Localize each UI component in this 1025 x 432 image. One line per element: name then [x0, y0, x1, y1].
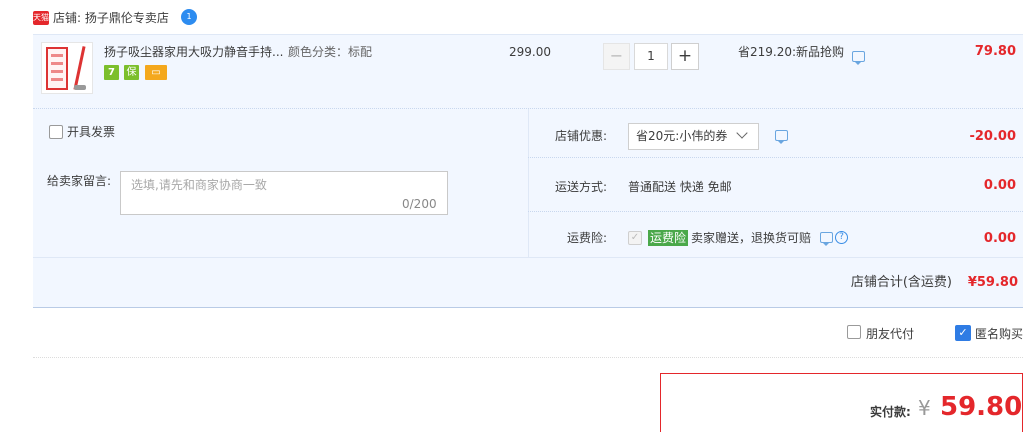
shipping-amount: 0.00: [983, 178, 1016, 193]
freight-insurance-description: 卖家赠送，退换货可赔: [691, 231, 812, 245]
product-package-icon: [46, 47, 68, 90]
product-thumbnail[interactable]: [41, 42, 93, 94]
unit-price: 299.00: [509, 45, 551, 59]
vacuum-stick-icon: [73, 46, 86, 90]
wangwang-chat-icon[interactable]: 1: [181, 9, 197, 25]
product-spec: 颜色分类：标配: [288, 45, 373, 59]
shop-coupon-value: 省20元:小伟的券: [636, 129, 728, 143]
freight-insurance-checkbox: ✓: [628, 231, 642, 245]
shop-total-label: 店铺合计(含运费): [850, 275, 952, 290]
promo-info-icon[interactable]: [852, 51, 865, 65]
insurance-chat-icon[interactable]: [820, 232, 833, 246]
invoice-label[interactable]: 开具发票: [67, 124, 115, 140]
message-char-counter: 0/200: [402, 197, 437, 211]
anonymous-purchase-checkbox[interactable]: ✓: [955, 325, 971, 341]
tmall-logo-icon: 天猫: [33, 11, 49, 25]
friend-pay-label[interactable]: 朋友代付: [866, 326, 914, 342]
shop-discount-amount: -20.00: [969, 129, 1016, 144]
friend-pay-checkbox[interactable]: [847, 325, 861, 339]
freight-insurance-amount: 0.00: [983, 231, 1016, 246]
quantity-increase-button[interactable]: +: [671, 43, 699, 70]
seven-day-return-icon: 7: [104, 65, 119, 80]
seller-message-placeholder: 选填,请先和商家协商一致: [131, 178, 267, 192]
item-subtotal: 79.80: [974, 44, 1016, 59]
quantity-input[interactable]: 1: [634, 43, 668, 70]
credit-card-icon: ▭: [145, 65, 167, 80]
question-help-icon[interactable]: ?: [835, 231, 848, 244]
guarantee-icon: 保: [124, 65, 139, 80]
invoice-checkbox[interactable]: [49, 125, 63, 139]
freight-insurance-label: 运费险:: [566, 231, 607, 245]
shipping-method-value: 普通配送 快递 免邮: [628, 180, 732, 194]
shop-total-amount: ¥59.80: [967, 275, 1018, 290]
actual-payment-amount: 59.80: [940, 392, 1023, 422]
product-title-link[interactable]: 扬子吸尘器家用大吸力静音手持...: [104, 44, 283, 60]
freight-insurance-tag: 运费险: [648, 230, 689, 246]
quantity-decrease-button[interactable]: −: [603, 43, 630, 70]
shop-name-link[interactable]: 店铺: 扬子鼎伦专卖店: [53, 9, 169, 27]
actual-payment-label: 实付款:: [870, 405, 911, 419]
currency-symbol: ¥: [918, 396, 931, 420]
coupon-info-icon[interactable]: [775, 130, 788, 144]
promotion-text: 省219.20:新品抢购: [738, 45, 845, 59]
shipping-method-label: 运送方式:: [554, 180, 607, 194]
seller-message-label: 给卖家留言:: [47, 174, 112, 188]
shop-discount-label: 店铺优惠:: [554, 129, 607, 143]
anonymous-purchase-label[interactable]: 匿名购买: [975, 326, 1023, 342]
